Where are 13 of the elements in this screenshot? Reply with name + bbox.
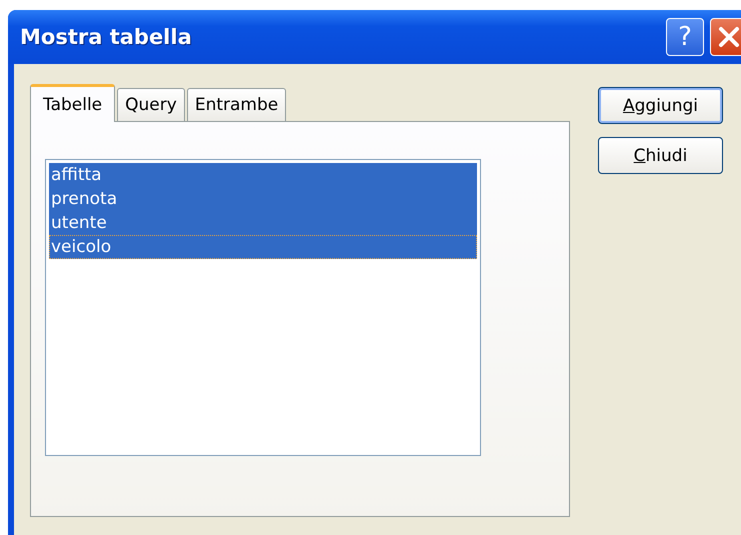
dialog-button[interactable]: Aggiungi <box>598 87 723 124</box>
list-item[interactable]: prenota <box>49 187 477 211</box>
tab[interactable]: Query <box>117 88 185 121</box>
dialog-button[interactable]: Chiudi <box>598 137 723 174</box>
close-icon <box>718 26 740 48</box>
close-button[interactable] <box>710 18 741 56</box>
window-title: Mostra tabella <box>20 25 193 49</box>
tab[interactable]: Tabelle <box>30 84 116 122</box>
tab[interactable]: Entrambe <box>186 88 286 121</box>
list-item[interactable]: utente <box>49 211 477 235</box>
list-item[interactable]: veicolo <box>49 235 477 259</box>
list-item[interactable]: affitta <box>49 163 477 187</box>
help-button[interactable]: ? <box>666 18 704 56</box>
